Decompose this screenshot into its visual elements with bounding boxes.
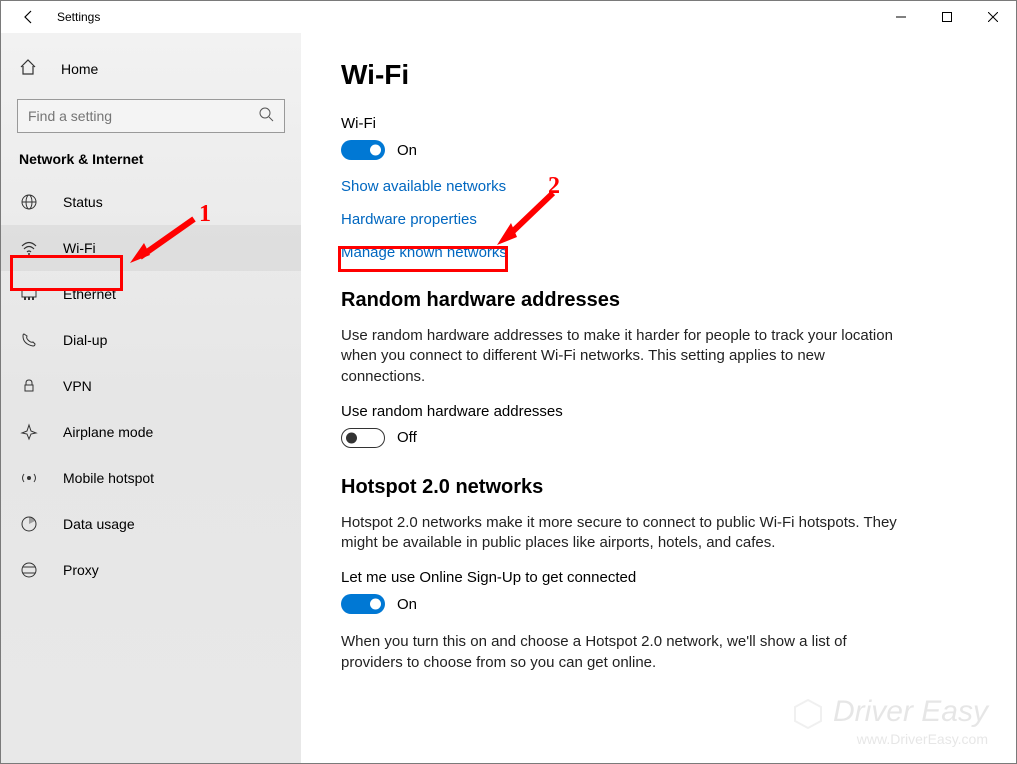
home-icon xyxy=(19,58,37,81)
hotspot-desc2: When you turn this on and choose a Hotsp… xyxy=(341,632,901,673)
airplane-icon xyxy=(19,423,39,441)
sidebar: Home Network & Internet Status Wi-Fi Eth… xyxy=(1,33,301,763)
sidebar-item-airplane[interactable]: Airplane mode xyxy=(1,409,301,455)
search-icon xyxy=(258,106,274,127)
sidebar-item-label: Mobile hotspot xyxy=(63,470,154,486)
sidebar-item-label: Wi-Fi xyxy=(63,240,96,256)
random-toggle-label: Use random hardware addresses xyxy=(341,403,976,420)
sidebar-item-hotspot[interactable]: Mobile hotspot xyxy=(1,455,301,501)
annotation-number-1: 1 xyxy=(199,201,211,228)
random-addresses-title: Random hardware addresses xyxy=(341,289,976,312)
sidebar-item-wifi[interactable]: Wi-Fi xyxy=(1,225,301,271)
close-button[interactable] xyxy=(970,1,1016,33)
sidebar-item-ethernet[interactable]: Ethernet xyxy=(1,271,301,317)
search-input-container[interactable] xyxy=(17,99,285,133)
minimize-button[interactable] xyxy=(878,1,924,33)
sidebar-item-status[interactable]: Status xyxy=(1,179,301,225)
sidebar-item-label: Status xyxy=(63,194,103,210)
search-input[interactable] xyxy=(28,108,258,124)
datausage-icon xyxy=(19,515,39,533)
back-button[interactable] xyxy=(9,1,49,33)
ethernet-icon xyxy=(19,285,39,303)
sidebar-item-label: Dial-up xyxy=(63,332,107,348)
sidebar-item-label: VPN xyxy=(63,378,92,394)
proxy-icon xyxy=(19,561,39,579)
sidebar-item-vpn[interactable]: VPN xyxy=(1,363,301,409)
sidebar-item-label: Airplane mode xyxy=(63,424,153,440)
home-nav[interactable]: Home xyxy=(1,49,301,89)
random-addresses-desc: Use random hardware addresses to make it… xyxy=(341,326,901,387)
window-title: Settings xyxy=(57,10,100,24)
wifi-toggle[interactable] xyxy=(341,140,385,160)
random-toggle[interactable] xyxy=(341,428,385,448)
sidebar-item-label: Data usage xyxy=(63,516,135,532)
sidebar-item-dialup[interactable]: Dial-up xyxy=(1,317,301,363)
category-title: Network & Internet xyxy=(1,151,301,179)
hotspot-toggle-state: On xyxy=(397,596,417,613)
sidebar-item-datausage[interactable]: Data usage xyxy=(1,501,301,547)
vpn-icon xyxy=(19,377,39,395)
maximize-button[interactable] xyxy=(924,1,970,33)
hotspot-toggle-label: Let me use Online Sign-Up to get connect… xyxy=(341,569,976,586)
globe-icon xyxy=(19,193,39,211)
sidebar-item-proxy[interactable]: Proxy xyxy=(1,547,301,593)
phone-icon xyxy=(19,331,39,349)
hotspot-toggle[interactable] xyxy=(341,594,385,614)
home-label: Home xyxy=(61,61,98,77)
hotspot-desc: Hotspot 2.0 networks make it more secure… xyxy=(341,513,901,554)
content-pane: Wi-Fi Wi-Fi On Show available networks H… xyxy=(301,33,1016,763)
wifi-toggle-state: On xyxy=(397,142,417,159)
sidebar-item-label: Ethernet xyxy=(63,286,116,302)
manage-known-networks-link[interactable]: Manage known networks xyxy=(341,244,976,261)
hardware-properties-link[interactable]: Hardware properties xyxy=(341,211,976,228)
hotspot-title: Hotspot 2.0 networks xyxy=(341,476,976,499)
sidebar-item-label: Proxy xyxy=(63,562,99,578)
annotation-number-2: 2 xyxy=(548,173,560,200)
page-title: Wi-Fi xyxy=(341,59,976,91)
wifi-icon xyxy=(19,239,39,257)
wifi-toggle-label: Wi-Fi xyxy=(341,115,976,132)
show-available-networks-link[interactable]: Show available networks xyxy=(341,178,976,195)
random-toggle-state: Off xyxy=(397,429,417,446)
hotspot-icon xyxy=(19,469,39,487)
